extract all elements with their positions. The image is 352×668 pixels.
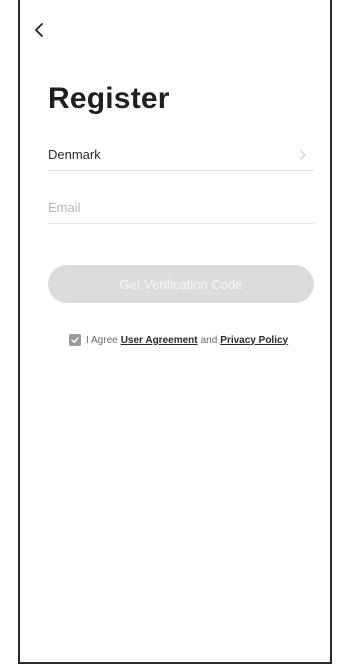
agree-checkbox[interactable] [69,334,81,346]
country-selector[interactable]: Denmark [48,140,314,171]
phone-screen: Register Denmark Get Verification Code I… [18,0,332,664]
agree-prefix: I Agree [86,334,118,346]
email-row [48,193,314,224]
user-agreement-link[interactable]: User Agreement [121,335,198,346]
chevron-right-icon [300,150,306,160]
chevron-left-icon [35,23,43,37]
agree-conjunction: and [200,334,218,346]
privacy-policy-link[interactable]: Privacy Policy [220,335,288,346]
email-field[interactable] [48,197,308,217]
get-verification-code-button[interactable]: Get Verification Code [48,265,314,303]
agreement-row: I Agree User Agreement and Privacy Polic… [69,333,291,347]
page-title: Register [48,82,170,115]
back-button[interactable] [30,20,50,40]
country-value: Denmark [48,147,101,162]
checkmark-icon [71,337,79,344]
